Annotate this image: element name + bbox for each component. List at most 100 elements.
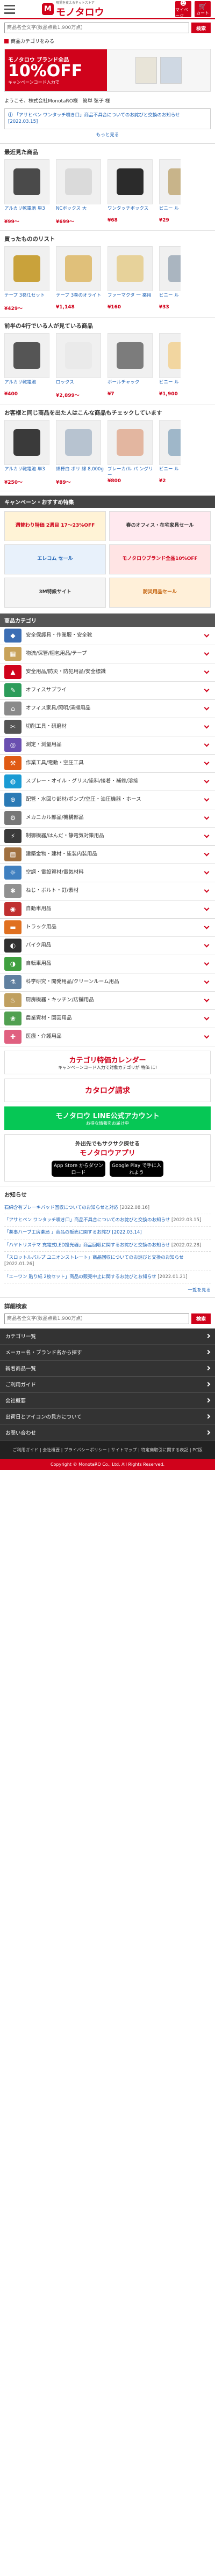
product-card[interactable]: ブレーカ/ル パ ングリー ¥800: [108, 419, 156, 485]
campaign-tile[interactable]: モノタロウブランド全品10%OFF: [109, 544, 211, 574]
product-image[interactable]: [56, 333, 101, 378]
category-item[interactable]: ▦ 物流/保管/梱包用品/テープ: [0, 645, 215, 663]
product-name[interactable]: ビニー ル: [159, 206, 181, 218]
category-item[interactable]: ⌂ オフィス家具/照明/清掃用品: [0, 700, 215, 718]
product-name[interactable]: 綿棒白 ポリ 綿 8,000g: [56, 467, 104, 478]
product-card[interactable]: アルカリ乾電池 ¥400: [4, 333, 53, 398]
category-item[interactable]: ⊕ 配管・水回り部材/ポンプ/空圧・油圧機器・ホース: [0, 791, 215, 809]
detail-search-button[interactable]: 検索: [191, 1313, 211, 1324]
campaign-tile[interactable]: 春のオフィス・在宅家具セール: [109, 511, 211, 541]
product-image[interactable]: [4, 159, 49, 204]
product-image[interactable]: [108, 159, 153, 204]
category-item[interactable]: ◑ 自転車用品: [0, 955, 215, 973]
news-link[interactable]: 「スロットルパルプ ユニオンストレート」商品回収についてのお詫びと交換のお知らせ: [4, 1255, 184, 1260]
product-image[interactable]: [4, 419, 49, 465]
product-name[interactable]: ビニー ル: [159, 293, 181, 305]
notice-more-link[interactable]: もっと見る: [96, 132, 119, 138]
product-card[interactable]: NCボックス 大 ¥699〜: [56, 159, 104, 225]
product-image[interactable]: [108, 419, 153, 465]
news-item[interactable]: 「ハヤトリステマ 充電式LED投光器」商品回収に関するお詫びと交換のお知らせ […: [4, 1239, 211, 1252]
product-card[interactable]: テープ 3巻/1セット ¥429〜: [4, 246, 53, 312]
news-item[interactable]: 「薬事ハーブ工房薬局 」商品の販売に関するお詫び [2022.03.14]: [4, 1227, 211, 1239]
notice-link[interactable]: 「アサヒペン ワンタッチ噴き口」商品不具合についてのお詫びと交換のお知らせ [2…: [8, 113, 180, 124]
search-input[interactable]: [4, 23, 189, 33]
product-image[interactable]: [159, 246, 181, 291]
product-image[interactable]: [108, 246, 153, 291]
category-link-row[interactable]: 商品カテゴリをみる: [0, 36, 215, 46]
category-item[interactable]: ⚡ 制御機器/はんだ・静電気対策用品: [0, 828, 215, 846]
product-name[interactable]: NCボックス 大: [56, 206, 104, 218]
news-more-link[interactable]: 一覧を見る: [188, 1288, 211, 1293]
detail-search-input[interactable]: [4, 1313, 189, 1324]
product-name[interactable]: ボールチャック: [108, 380, 156, 392]
category-item[interactable]: ♨ 厨房機器・キッチン/店舗用品: [0, 992, 215, 1010]
notice-box[interactable]: ⓘ 「アサヒペン ワンタッチ噴き口」商品不具合についてのお詫びと交換のお知らせ …: [4, 108, 211, 129]
news-item[interactable]: 「エーワン 貼り紙 2枚セット」商品の販売中止に関するお詫びとお知らせ [202…: [4, 1271, 211, 1283]
product-image[interactable]: [56, 159, 101, 204]
footer-menu-item[interactable]: 会社概要: [0, 1393, 215, 1409]
category-item[interactable]: ✱ ねじ・ボルト・釘/素材: [0, 882, 215, 901]
promo-banner[interactable]: モノタロウ ブランド全品 10%OFF キャンペーンコード入力で: [4, 49, 211, 92]
footer-menu-item[interactable]: メーカー名・ブランド名から探す: [0, 1345, 215, 1361]
footer-menu-item[interactable]: お問い合わせ: [0, 1425, 215, 1441]
line-promo[interactable]: モノタロウ LINE公式アカウント お得な情報をお届け中: [4, 1106, 211, 1130]
product-card[interactable]: テープ 3巻のオライト ¥1,148: [56, 246, 104, 312]
category-item[interactable]: ▲ 安全用品/防災・防犯用品/安全標識: [0, 663, 215, 682]
product-image[interactable]: [4, 246, 49, 291]
news-link[interactable]: 石綿含有ブレーキパッド回収についてのお知らせと対応: [4, 1205, 118, 1211]
campaign-tile[interactable]: 週替わり特価 2週目 17〜23%OFF: [4, 511, 106, 541]
category-item[interactable]: ▬ トラック用品: [0, 919, 215, 937]
category-item[interactable]: ✎ オフィスサプライ: [0, 682, 215, 700]
product-card[interactable]: ビニー ル ¥1,900: [159, 333, 181, 398]
news-link[interactable]: 「薬事ハーブ工房薬局 」商品の販売に関するお詫び [2022.03.14]: [4, 1230, 142, 1235]
product-name[interactable]: ビニー ル: [159, 380, 181, 392]
campaign-tile[interactable]: 3M特設サイト: [4, 577, 106, 608]
hamburger-menu-icon[interactable]: [4, 1, 20, 17]
product-card[interactable]: ロックス ¥2,899〜: [56, 333, 104, 398]
footer-menu-item[interactable]: ご利用ガイド: [0, 1377, 215, 1393]
category-item[interactable]: ✚ 医療・介護用品: [0, 1028, 215, 1046]
product-image[interactable]: [159, 333, 181, 378]
google-play-badge[interactable]: Google Play で手に入れよう: [110, 1160, 163, 1177]
product-name[interactable]: ファーマクタ 一 薬用: [108, 293, 156, 305]
product-name[interactable]: ロックス: [56, 380, 104, 392]
product-name[interactable]: ワンタッチボックス: [108, 206, 156, 218]
product-image[interactable]: [159, 159, 181, 204]
news-item[interactable]: 「スロットルパルプ ユニオンストレート」商品回収についてのお詫びと交換のお知らせ…: [4, 1252, 211, 1271]
product-card[interactable]: アルカリ乾電池 単3 ¥99〜: [4, 159, 53, 225]
product-name[interactable]: テープ 3巻/1セット: [4, 293, 53, 305]
campaign-tile[interactable]: 防災用品セール: [109, 577, 211, 608]
news-link[interactable]: 「ハヤトリステマ 充電式LED投光器」商品回収に関するお詫びと交換のお知らせ: [4, 1243, 170, 1248]
category-item[interactable]: ✂ 切削工具・研磨材: [0, 718, 215, 736]
category-item[interactable]: ◍ スプレー・オイル・グリス/塗料/接着・補修/溶接: [0, 773, 215, 791]
news-link[interactable]: 「エーワン 貼り紙 2枚セット」商品の販売中止に関するお詫びとお知らせ: [4, 1274, 156, 1280]
product-card[interactable]: ビニー ル ¥2: [159, 419, 181, 485]
footer-links[interactable]: ご利用ガイド | 会社概要 | プライバシーポリシー | サイトマップ | 特定…: [0, 1441, 215, 1459]
site-logo[interactable]: M 現場を支えるネットストア モノタロウ: [42, 0, 104, 19]
news-item[interactable]: 「アサヒペン ワンタッチ噴き口」商品不具合についてのお詫びと交換のお知らせ [2…: [4, 1214, 211, 1227]
category-item[interactable]: ⚙ メカニカル部品/機構部品: [0, 809, 215, 828]
product-card[interactable]: ファーマクタ 一 薬用 ¥160: [108, 246, 156, 312]
footer-menu-item[interactable]: 新着商品一覧: [0, 1361, 215, 1377]
category-item[interactable]: ◐ バイク用品: [0, 937, 215, 955]
product-image[interactable]: [56, 419, 101, 465]
category-item[interactable]: ◉ 自動車用品: [0, 901, 215, 919]
search-button[interactable]: 検索: [191, 23, 211, 33]
product-name[interactable]: ブレーカ/ル パ ングリー: [108, 467, 156, 478]
category-item[interactable]: ▤ 建築金物・建材・塗装内装用品: [0, 846, 215, 864]
category-link[interactable]: 商品カテゴリをみる: [11, 38, 54, 45]
product-card[interactable]: ワンタッチボックス ¥68: [108, 159, 156, 225]
product-card[interactable]: ビニー ル ¥33: [159, 246, 181, 312]
product-name[interactable]: アルカリ乾電池 単3: [4, 467, 53, 478]
footer-menu-item[interactable]: 出荷日とアイコンの見方について: [0, 1409, 215, 1425]
product-card[interactable]: ボールチャック ¥7: [108, 333, 156, 398]
product-card[interactable]: 綿棒白 ポリ 綿 8,000g ¥89〜: [56, 419, 104, 485]
news-link[interactable]: 「アサヒペン ワンタッチ噴き口」商品不具合についてのお詫びと交換のお知らせ: [4, 1217, 170, 1223]
product-card[interactable]: アルカリ乾電池 単3 ¥250〜: [4, 419, 53, 485]
cart-icon[interactable]: 🛒 カート: [195, 1, 211, 17]
campaign-tile[interactable]: エレコム セール: [4, 544, 106, 574]
category-item[interactable]: ☼ 空調・電設資材/電気材料: [0, 864, 215, 882]
category-item[interactable]: ⚗ 科学研究・開発用品/クリーンルーム用品: [0, 973, 215, 992]
footer-menu-item[interactable]: カテゴリ一覧: [0, 1328, 215, 1345]
mypage-icon[interactable]: ☻ マイページ: [175, 0, 191, 18]
